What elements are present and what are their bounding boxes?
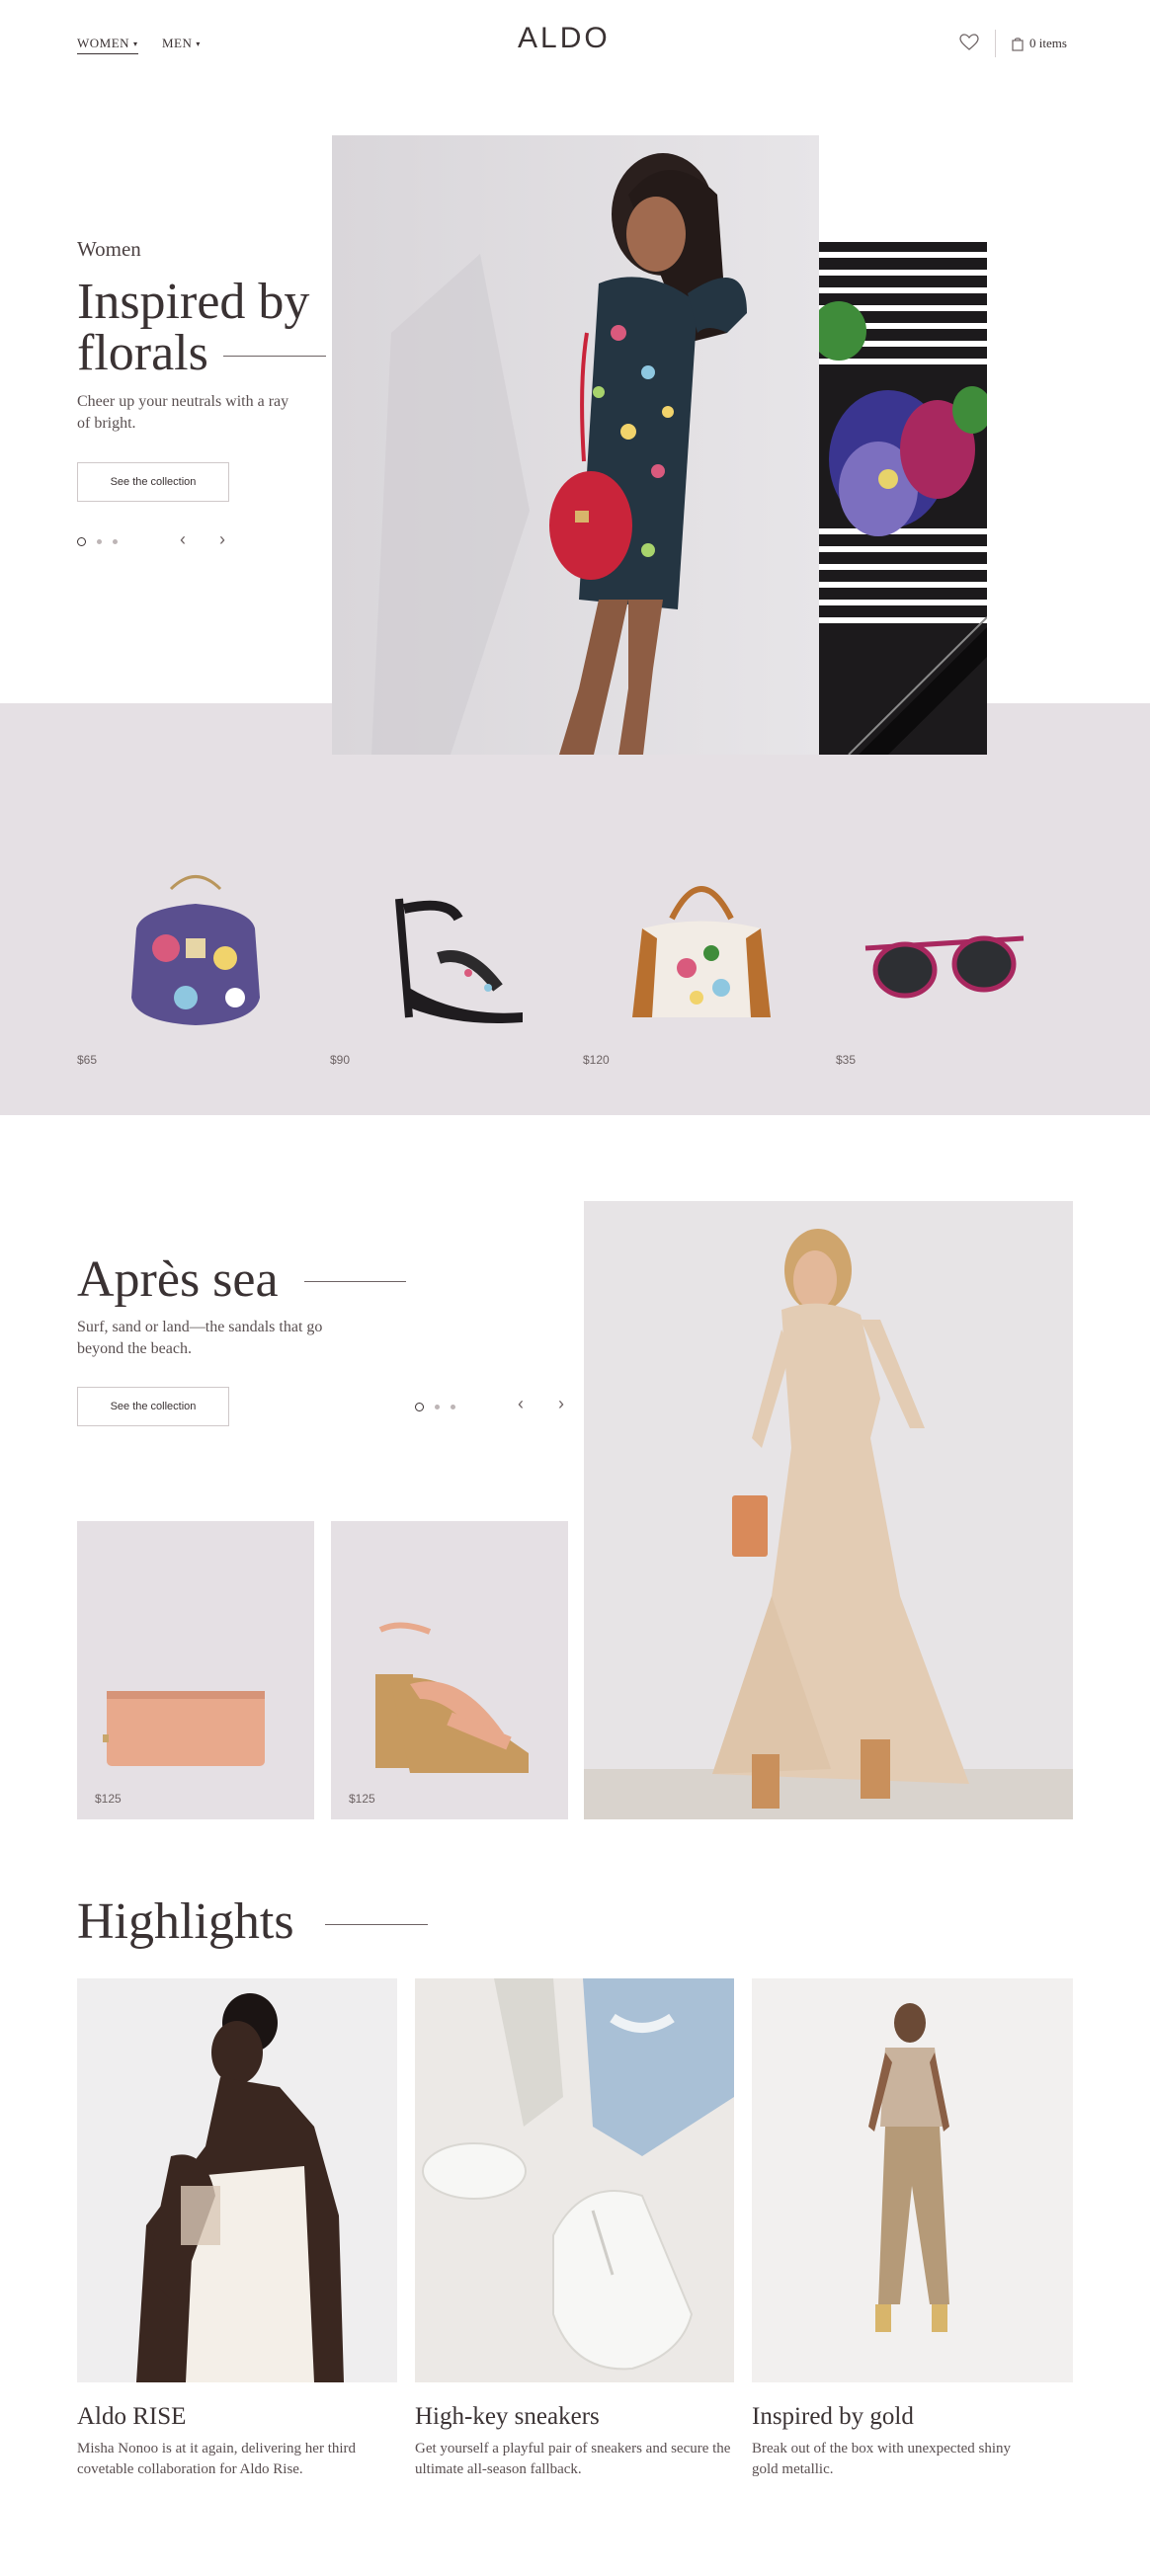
- apres-subtitle: Surf, sand or land—the sandals that go b…: [77, 1319, 323, 1357]
- hero-cta-button[interactable]: See the collection: [77, 462, 229, 502]
- product-price: $125: [349, 1792, 375, 1806]
- highlight-card[interactable]: Inspired by gold Break out of the box wi…: [752, 1978, 1073, 2492]
- apres-prev-arrow[interactable]: ‹: [518, 1394, 524, 1414]
- highlight-image-gold: [752, 1978, 1073, 2382]
- product-card[interactable]: $120: [583, 859, 800, 1077]
- product-card[interactable]: $125: [77, 1521, 314, 1819]
- aldo-logo[interactable]: ALDO: [518, 22, 611, 55]
- product-image-floral-sunglasses: [864, 935, 1025, 999]
- product-image-floral-satchel: [632, 886, 771, 1017]
- cart-button[interactable]: 0 items: [1012, 36, 1067, 51]
- highlight-card[interactable]: Aldo RISE Misha Nonoo is at it again, de…: [77, 1978, 397, 2492]
- highlight-card-title: High-key sneakers: [415, 2403, 600, 2430]
- hero-carousel-dots: [77, 533, 126, 549]
- product-price: $125: [95, 1792, 122, 1806]
- apres-model-image: [584, 1201, 1073, 1819]
- hero-model-image: [332, 135, 819, 755]
- product-image-peach-wallet: [103, 1691, 265, 1766]
- nav-women-label: WOMEN: [77, 36, 130, 50]
- wishlist-button[interactable]: [959, 34, 981, 53]
- cart-count: 0 items: [1029, 36, 1067, 50]
- carousel-dot[interactable]: [113, 539, 118, 544]
- product-card[interactable]: $65: [77, 859, 294, 1077]
- carousel-dot[interactable]: [435, 1405, 440, 1409]
- carousel-dot[interactable]: [97, 539, 102, 544]
- product-card[interactable]: $90: [330, 859, 547, 1077]
- highlight-card-desc: Get yourself a playful pair of sneakers …: [415, 2441, 731, 2477]
- apres-next-arrow[interactable]: ›: [558, 1394, 564, 1414]
- highlight-card-desc: Break out of the box with unexpected shi…: [752, 2441, 1012, 2477]
- apres-title: Après sea: [77, 1251, 279, 1308]
- header-divider: [995, 30, 996, 57]
- highlights-title-rule: [325, 1924, 428, 1925]
- product-price: $65: [77, 1053, 98, 1067]
- highlight-card-title: Aldo RISE: [77, 2403, 187, 2430]
- hero-title-line2: florals: [77, 325, 208, 381]
- hero-eyebrow: Women: [77, 237, 141, 261]
- caret-down-icon: ▾: [196, 39, 201, 48]
- hero-next-arrow[interactable]: ›: [219, 529, 225, 550]
- highlight-card-desc: Misha Nonoo is at it again, delivering h…: [77, 2441, 357, 2477]
- shopping-bag-icon: [1012, 37, 1024, 51]
- highlight-image-aldo-rise: [77, 1978, 397, 2382]
- product-card[interactable]: $35: [836, 859, 1053, 1077]
- product-price: $120: [583, 1053, 610, 1067]
- carousel-dot-active[interactable]: [77, 537, 86, 546]
- product-price: $90: [330, 1053, 351, 1067]
- caret-down-icon: ▾: [133, 39, 138, 48]
- product-price: $35: [836, 1053, 857, 1067]
- nav-women[interactable]: WOMEN ▾: [77, 36, 138, 54]
- hero-title-rule: [223, 356, 326, 357]
- carousel-dot[interactable]: [451, 1405, 455, 1409]
- carousel-dot-active[interactable]: [415, 1403, 424, 1411]
- site-header: WOMEN ▾ MEN ▾ ALDO 0 items: [0, 0, 1150, 89]
- product-image-floral-handbag: [131, 875, 260, 1025]
- apres-title-rule: [304, 1281, 406, 1282]
- highlights-title: Highlights: [77, 1893, 294, 1950]
- highlight-card[interactable]: High-key sneakers Get yourself a playful…: [415, 1978, 734, 2492]
- heart-icon: [959, 34, 979, 50]
- product-image-cork-sandal: [375, 1622, 529, 1773]
- product-image-floral-sandal: [395, 898, 523, 1023]
- highlight-image-sneakers: [415, 1978, 734, 2382]
- hero-prev-arrow[interactable]: ‹: [180, 529, 186, 550]
- hero-pattern-image: [819, 242, 987, 755]
- highlight-card-title: Inspired by gold: [752, 2403, 914, 2430]
- hero-title-line1: Inspired by: [77, 274, 310, 330]
- nav-men[interactable]: MEN ▾: [162, 36, 201, 51]
- apres-cta-button[interactable]: See the collection: [77, 1387, 229, 1426]
- hero-subtitle: Cheer up your neutrals with a ray of bri…: [77, 393, 289, 432]
- apres-carousel-dots: [415, 1399, 464, 1414]
- product-card[interactable]: $125: [331, 1521, 568, 1819]
- nav-men-label: MEN: [162, 36, 193, 50]
